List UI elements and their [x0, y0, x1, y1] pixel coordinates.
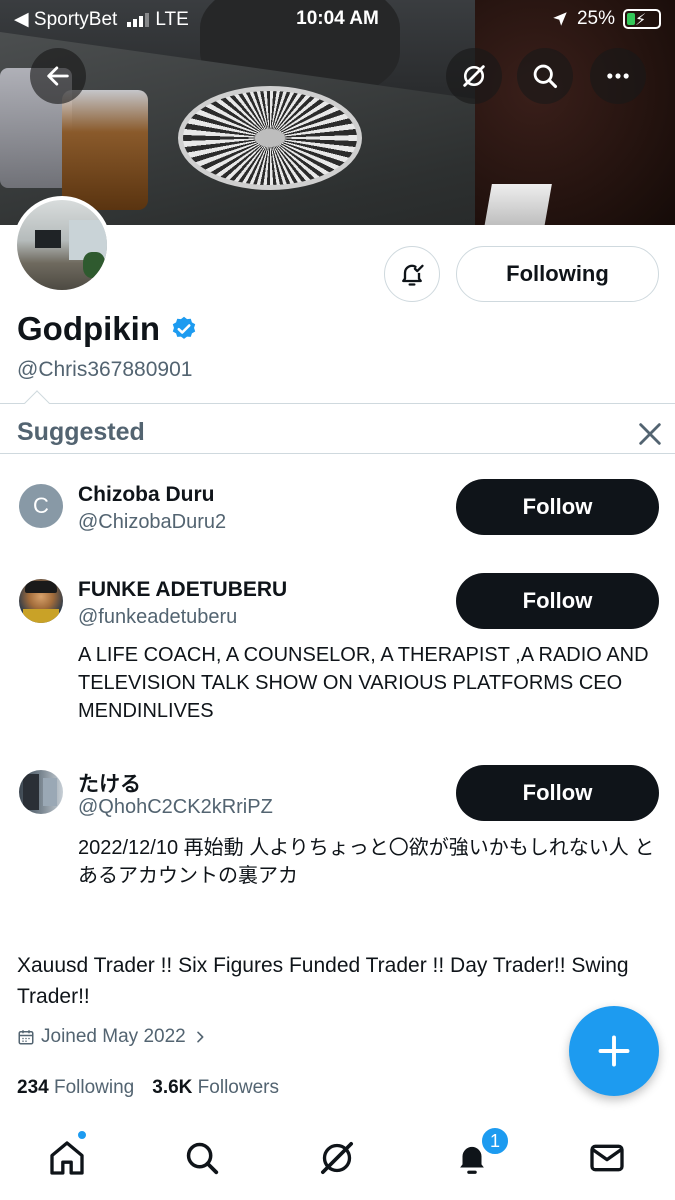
followers-stat[interactable]: 3.6K Followers [152, 1077, 279, 1099]
following-label: Following [53, 1077, 135, 1098]
home-unread-dot [77, 1130, 87, 1140]
profile-name-row: Godpikin [17, 310, 198, 348]
avatar-initial: C [33, 493, 49, 518]
bottom-tab-bar [0, 1118, 675, 1200]
battery-icon: ⚡ [623, 9, 661, 29]
grok-button[interactable] [446, 48, 502, 104]
more-button[interactable] [590, 48, 646, 104]
tab-search[interactable] [178, 1134, 226, 1182]
joined-date-row[interactable]: Joined May 2022 [17, 1026, 208, 1048]
notification-count-badge: 1 [480, 1126, 510, 1156]
grok-icon [321, 1142, 353, 1174]
chevron-right-icon [196, 1031, 204, 1043]
grok-icon [463, 65, 485, 87]
avatar[interactable] [19, 579, 63, 623]
suggested-user-name[interactable]: Chizoba Duru [78, 483, 215, 507]
search-button[interactable] [517, 48, 573, 104]
suggested-user-handle: @ChizobaDuru2 [78, 511, 227, 533]
suggested-user-name[interactable]: FUNKE ADETUBERU [78, 578, 287, 602]
following-button[interactable]: Following [456, 246, 659, 302]
profile-avatar[interactable] [13, 196, 111, 294]
search-icon [186, 1142, 219, 1175]
notification-subscribe-button[interactable] [384, 246, 440, 302]
follow-stats: 234 Following 3.6K Followers [17, 1077, 279, 1099]
location-icon [553, 12, 567, 26]
suggested-title: Suggested [17, 418, 145, 446]
bell-check-icon [402, 264, 424, 286]
suggested-user-handle: @QhohC2CK2kRriPZ [78, 796, 273, 818]
joined-date: Joined May 2022 [41, 1026, 186, 1047]
followers-count: 3.6K [152, 1077, 193, 1098]
close-icon[interactable] [636, 420, 664, 448]
compose-button[interactable] [569, 1006, 659, 1096]
follow-button[interactable]: Follow [456, 765, 659, 821]
more-icon [607, 73, 629, 79]
profile-bio: Xauusd Trader !! Six Figures Funded Trad… [17, 954, 629, 1008]
following-count: 234 [17, 1077, 49, 1098]
suggested-user-handle: @funkeadetuberu [78, 606, 238, 628]
tab-home[interactable] [43, 1134, 91, 1182]
tab-grok[interactable] [313, 1134, 361, 1182]
suggested-user-name[interactable]: たける [78, 768, 141, 798]
avatar[interactable] [19, 770, 63, 814]
plus-icon [598, 1035, 630, 1067]
following-stat[interactable]: 234 Following [17, 1077, 134, 1099]
avatar[interactable]: C [19, 484, 63, 528]
back-button[interactable] [30, 48, 86, 104]
mail-icon [590, 1144, 624, 1172]
followers-label: Followers [197, 1077, 279, 1098]
follow-button[interactable]: Follow [456, 573, 659, 629]
suggested-caret [24, 390, 50, 416]
suggested-user-bio: 2022/12/10 再始動 人よりちょっと〇欲が強いかもしれない人 とあるアカ… [78, 837, 655, 887]
battery-percent: 25% [576, 8, 615, 29]
calendar-icon [18, 1030, 34, 1045]
verified-badge-icon[interactable] [170, 315, 198, 343]
follow-button[interactable]: Follow [456, 479, 659, 535]
suggested-header-divider [0, 453, 675, 454]
suggested-user-bio: A LIFE COACH, A COUNSELOR, A THERAPIST ,… [78, 644, 649, 722]
home-icon [50, 1141, 84, 1175]
search-icon [533, 64, 558, 89]
status-bar: ◀ SportyBet LTE 10:04 AM 25% ⚡ [0, 0, 675, 38]
profile-name: Godpikin [17, 310, 160, 347]
suggested-top-divider [0, 403, 675, 404]
arrow-left-icon [47, 66, 69, 86]
profile-handle: @Chris367880901 [17, 358, 193, 381]
tab-messages[interactable] [583, 1134, 631, 1182]
